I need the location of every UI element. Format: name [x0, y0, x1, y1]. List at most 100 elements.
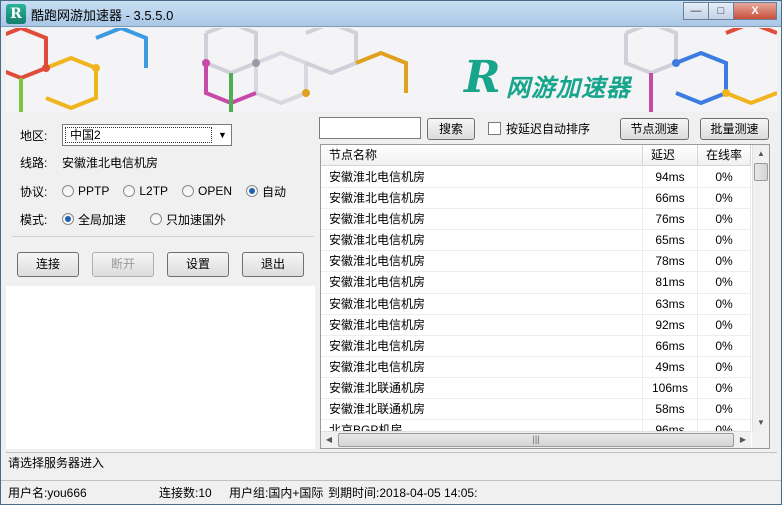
node-name-cell: 安徽淮北电信机房 — [321, 314, 643, 335]
line-label: 线路: — [20, 155, 48, 170]
radio-label: PPTP — [78, 184, 110, 198]
left-blank-area — [6, 286, 315, 449]
protocol-radio-open[interactable]: OPEN — [182, 184, 232, 198]
online-rate-cell: 0% — [698, 293, 751, 314]
node-test-button[interactable]: 节点测速 — [620, 118, 689, 140]
sort-by-latency-checkbox[interactable]: 按延迟自动排序 — [488, 120, 590, 137]
connection-settings-panel: 地区: 中国2 ▼ 线路: 安徽淮北电信机房 协议: PPTP L2TP OPE… — [12, 116, 314, 236]
online-rate-cell: 0% — [698, 209, 751, 230]
scrollbar-thumb[interactable]: ||| — [338, 433, 734, 447]
mode-radio-global[interactable]: 全局加速 — [62, 211, 126, 228]
latency-cell: 81ms — [643, 272, 698, 293]
mode-label: 模式: — [20, 212, 48, 227]
column-header-online-rate[interactable]: 在线率 — [698, 145, 751, 166]
table-row[interactable]: 安徽淮北联通机房 106ms 0% — [321, 377, 751, 400]
latency-cell: 58ms — [643, 399, 698, 420]
scrollbar-thumb[interactable] — [754, 163, 768, 181]
app-window: R 酷跑网游加速器 - 3.5.5.0 — □ X R 网游加速器 地区: 中国… — [0, 0, 782, 505]
latency-cell: 66ms — [643, 188, 698, 209]
latency-cell: 49ms — [643, 356, 698, 377]
action-buttons: 连接 断开 设置 退出 — [17, 252, 317, 277]
exit-button[interactable]: 退出 — [242, 252, 304, 277]
online-rate-cell: 0% — [698, 251, 751, 272]
online-rate-cell: 0% — [698, 272, 751, 293]
table-row[interactable]: 安徽淮北电信机房 63ms 0% — [321, 293, 751, 315]
radio-label: 只加速国外 — [166, 212, 227, 227]
sort-by-latency-label: 按延迟自动排序 — [506, 122, 591, 136]
node-name-cell: 安徽淮北电信机房 — [321, 188, 643, 209]
table-row[interactable]: 安徽淮北电信机房 81ms 0% — [321, 272, 751, 294]
disconnect-button[interactable]: 断开 — [92, 252, 154, 277]
latency-cell: 106ms — [643, 377, 698, 399]
online-rate-cell: 0% — [698, 356, 751, 377]
online-rate-cell: 0% — [698, 230, 751, 251]
radio-label: 全局加速 — [78, 212, 127, 227]
node-name-cell: 安徽淮北电信机房 — [321, 272, 643, 293]
logo-text: 网游加速器 — [506, 74, 631, 102]
radio-icon — [150, 213, 163, 225]
scroll-right-icon[interactable]: ▶ — [735, 432, 751, 448]
table-row[interactable]: 安徽淮北电信机房 76ms 0% — [321, 209, 751, 231]
online-rate-cell: 0% — [698, 314, 751, 335]
protocol-row: 协议: PPTP L2TP OPEN 自动 — [20, 180, 300, 202]
connect-button[interactable]: 连接 — [17, 252, 79, 277]
settings-button[interactable]: 设置 — [167, 252, 229, 277]
scroll-down-icon[interactable]: ▼ — [753, 414, 769, 431]
status-bar: 用户名:you666 连接数:10 用户组:国内+国际 到期时间:2018-04… — [1, 480, 781, 504]
table-header: 节点名称 延迟 在线率 — [321, 145, 751, 166]
minimize-button[interactable]: — — [683, 2, 709, 20]
maximize-button[interactable]: □ — [708, 2, 734, 20]
radio-icon — [182, 185, 195, 197]
radio-selected-icon — [62, 213, 74, 225]
status-message: 请选择服务器进入 — [6, 452, 777, 474]
batch-test-button[interactable]: 批量测速 — [700, 118, 769, 140]
divider — [12, 236, 314, 237]
table-row[interactable]: 安徽淮北电信机房 78ms 0% — [321, 251, 751, 273]
latency-cell: 76ms — [643, 209, 698, 230]
table-row[interactable]: 安徽淮北电信机房 65ms 0% — [321, 230, 751, 252]
line-row: 线路: 安徽淮北电信机房 — [20, 151, 158, 173]
table-row[interactable]: 安徽淮北联通机房 58ms 0% — [321, 399, 751, 421]
node-name-cell: 安徽淮北电信机房 — [321, 209, 643, 230]
mode-radio-overseas-only[interactable]: 只加速国外 — [150, 211, 226, 228]
connections-status: 连接数:10 — [159, 486, 212, 500]
window-title: 酷跑网游加速器 - 3.5.5.0 — [31, 8, 174, 23]
mode-row: 模式: 全局加速 只加速国外 — [20, 208, 240, 230]
node-name-cell: 安徽淮北电信机房 — [321, 293, 643, 314]
latency-cell: 66ms — [643, 335, 698, 356]
radio-label: L2TP — [139, 184, 169, 198]
user-group-status: 用户组:国内+国际 — [229, 486, 324, 500]
table-row[interactable]: 安徽淮北电信机房 92ms 0% — [321, 314, 751, 336]
column-header-latency[interactable]: 延迟 — [643, 145, 698, 166]
node-name-cell: 安徽淮北电信机房 — [321, 335, 643, 356]
protocol-radio-auto[interactable]: 自动 — [246, 183, 286, 200]
column-header-node-name[interactable]: 节点名称 — [321, 145, 643, 166]
checkbox-icon — [488, 122, 501, 135]
banner: R 网游加速器 — [6, 28, 777, 112]
table-row[interactable]: 安徽淮北电信机房 66ms 0% — [321, 188, 751, 210]
online-rate-cell: 0% — [698, 188, 751, 209]
chevron-down-icon: ▼ — [218, 130, 227, 140]
region-select[interactable]: 中国2 ▼ — [62, 124, 232, 146]
vertical-scrollbar[interactable]: ▲ ▼ — [752, 145, 769, 431]
search-input[interactable] — [319, 117, 421, 139]
node-table: 节点名称 延迟 在线率 安徽淮北电信机房 94ms 0% 安徽淮北电信机房 66ms 0%… — [320, 144, 770, 449]
search-button[interactable]: 搜索 — [427, 118, 475, 140]
region-label: 地区: — [20, 128, 48, 143]
table-row[interactable]: 安徽淮北电信机房 66ms 0% — [321, 335, 751, 357]
online-rate-cell: 0% — [698, 167, 751, 188]
protocol-radio-pptp[interactable]: PPTP — [62, 184, 109, 198]
table-row[interactable]: 安徽淮北电信机房 94ms 0% — [321, 167, 751, 189]
node-name-cell: 安徽淮北电信机房 — [321, 356, 643, 377]
expiry-status: 到期时间:2018-04-05 14:05: — [328, 486, 478, 500]
logo-letter: R — [464, 52, 501, 103]
title-bar[interactable]: R 酷跑网游加速器 - 3.5.5.0 — □ X — [1, 1, 781, 27]
horizontal-scrollbar[interactable]: ◀ ||| ▶ — [321, 431, 751, 448]
scroll-left-icon[interactable]: ◀ — [321, 432, 337, 448]
region-value: 中国2 — [65, 127, 212, 143]
node-name-cell: 安徽淮北电信机房 — [321, 230, 643, 251]
table-row[interactable]: 安徽淮北电信机房 49ms 0% — [321, 356, 751, 378]
scroll-up-icon[interactable]: ▲ — [753, 145, 769, 162]
protocol-radio-l2tp[interactable]: L2TP — [123, 184, 168, 198]
close-button[interactable]: X — [733, 2, 777, 20]
